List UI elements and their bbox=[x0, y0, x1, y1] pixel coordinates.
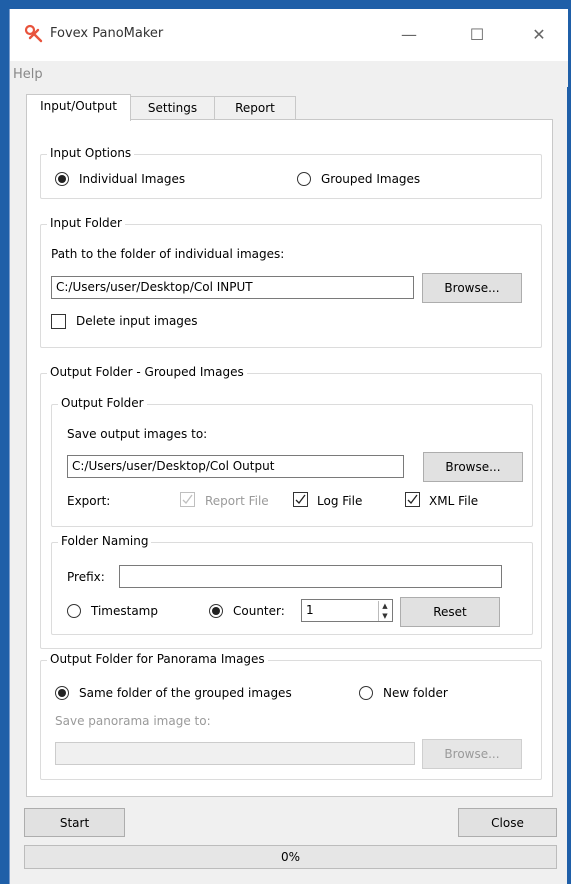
input-browse-button[interactable]: Browse... bbox=[422, 273, 522, 303]
maximize-button[interactable]: ☐ bbox=[454, 19, 500, 51]
progress-text: 0% bbox=[280, 850, 301, 864]
tab-input-output[interactable]: Input/Output bbox=[26, 94, 131, 121]
output-path-field[interactable]: C:/Users/user/Desktop/Col Output bbox=[67, 455, 404, 478]
counter-value: 1 bbox=[306, 603, 314, 617]
timestamp-label: Timestamp bbox=[91, 604, 158, 618]
app-window: Fovex PanoMaker — ☐ ✕ Help Input/Output … bbox=[9, 9, 568, 884]
prefix-field[interactable] bbox=[119, 565, 502, 588]
new-folder-radio[interactable] bbox=[359, 686, 373, 700]
tab-settings[interactable]: Settings bbox=[130, 96, 215, 120]
progress-bar: 0% bbox=[24, 845, 557, 869]
input-path-field[interactable]: C:/Users/user/Desktop/Col INPUT bbox=[51, 276, 414, 299]
report-file-checkbox[interactable] bbox=[180, 492, 195, 507]
grouped-images-radio[interactable] bbox=[297, 172, 311, 186]
same-folder-label: Same folder of the grouped images bbox=[79, 686, 292, 700]
panorama-browse-button[interactable]: Browse... bbox=[422, 739, 522, 769]
log-file-label: Log File bbox=[317, 494, 363, 508]
timestamp-radio[interactable] bbox=[67, 604, 81, 618]
output-folder-group: Output Folder Save output images to: C:/… bbox=[51, 396, 533, 527]
checkmark-icon bbox=[295, 494, 306, 504]
minimize-button[interactable]: — bbox=[386, 19, 432, 51]
report-file-label: Report File bbox=[205, 494, 269, 508]
output-grouped-legend: Output Folder - Grouped Images bbox=[47, 365, 247, 379]
spin-up-icon[interactable]: ▲ bbox=[379, 601, 391, 611]
checkmark-icon bbox=[182, 494, 193, 504]
menu-help[interactable]: Help bbox=[13, 67, 43, 82]
reset-button[interactable]: Reset bbox=[400, 597, 500, 627]
grouped-images-label: Grouped Images bbox=[321, 172, 421, 186]
delete-input-label: Delete input images bbox=[76, 314, 198, 328]
folder-naming-group: Folder Naming Prefix: Timestamp Counter:… bbox=[51, 534, 533, 635]
input-options-legend: Input Options bbox=[47, 146, 135, 160]
panorama-path-field[interactable] bbox=[55, 742, 415, 765]
input-folder-group: Input Folder Path to the folder of indiv… bbox=[40, 216, 542, 348]
same-folder-radio[interactable] bbox=[55, 686, 69, 700]
output-browse-button[interactable]: Browse... bbox=[423, 452, 523, 482]
input-options-group: Input Options Individual Images Grouped … bbox=[40, 146, 542, 199]
counter-spinbox[interactable]: 1 ▲ ▼ bbox=[301, 599, 393, 622]
spin-down-icon[interactable]: ▼ bbox=[379, 611, 391, 621]
save-output-label: Save output images to: bbox=[67, 427, 208, 441]
output-folder-legend: Output Folder bbox=[58, 396, 147, 410]
app-logo-icon bbox=[24, 24, 43, 43]
close-button[interactable]: Close bbox=[458, 808, 557, 837]
checkmark-icon bbox=[407, 494, 418, 504]
start-button[interactable]: Start bbox=[24, 808, 125, 837]
panorama-output-group: Output Folder for Panorama Images Same f… bbox=[40, 652, 542, 780]
xml-file-checkbox[interactable] bbox=[405, 492, 420, 507]
input-folder-legend: Input Folder bbox=[47, 216, 125, 230]
panorama-output-legend: Output Folder for Panorama Images bbox=[47, 652, 268, 666]
spin-arrows[interactable]: ▲ ▼ bbox=[378, 601, 391, 621]
log-file-checkbox[interactable] bbox=[293, 492, 308, 507]
counter-radio[interactable] bbox=[209, 604, 223, 618]
individual-images-label: Individual Images bbox=[79, 172, 186, 186]
tab-page-input-output: Input Options Individual Images Grouped … bbox=[26, 119, 553, 797]
title-bar: Fovex PanoMaker — ☐ ✕ bbox=[10, 9, 568, 61]
tab-report[interactable]: Report bbox=[214, 96, 296, 120]
close-window-button[interactable]: ✕ bbox=[516, 19, 562, 51]
prefix-label: Prefix: bbox=[67, 570, 105, 584]
delete-input-checkbox[interactable] bbox=[51, 314, 66, 329]
menu-bar: Help bbox=[10, 61, 568, 87]
input-path-label: Path to the folder of individual images: bbox=[51, 247, 285, 261]
save-panorama-label: Save panorama image to: bbox=[55, 714, 211, 728]
window-title: Fovex PanoMaker bbox=[50, 26, 164, 41]
xml-file-label: XML File bbox=[429, 494, 479, 508]
output-grouped-group: Output Folder - Grouped Images Output Fo… bbox=[40, 365, 542, 649]
counter-label: Counter: bbox=[233, 604, 285, 618]
export-label: Export: bbox=[67, 494, 111, 508]
new-folder-label: New folder bbox=[383, 686, 448, 700]
individual-images-radio[interactable] bbox=[55, 172, 69, 186]
folder-naming-legend: Folder Naming bbox=[58, 534, 152, 548]
